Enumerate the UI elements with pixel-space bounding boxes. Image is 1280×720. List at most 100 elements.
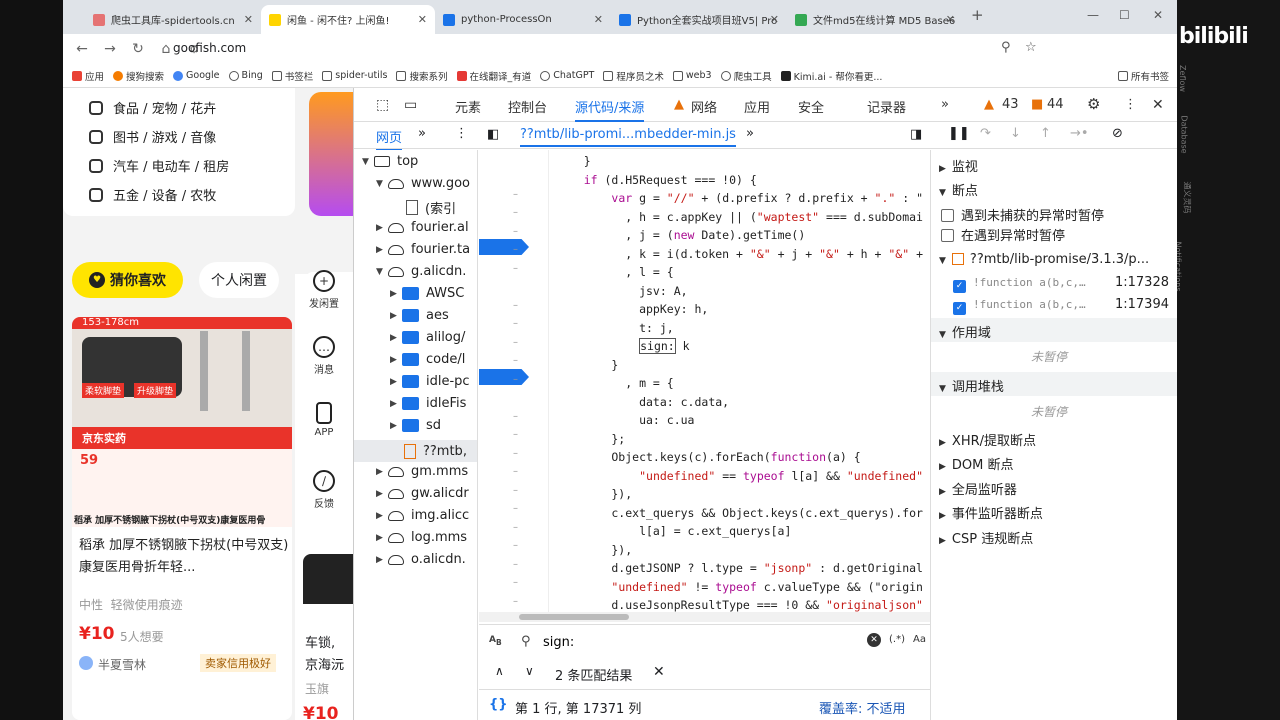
- code-line[interactable]: , h = c.appKey || ("waptest" === d.subDo…: [556, 208, 923, 226]
- tree-node-selected[interactable]: ??mtb,: [354, 440, 477, 462]
- more-menu-icon[interactable]: ⋮: [455, 126, 468, 141]
- tab-application[interactable]: 应用: [744, 97, 770, 116]
- section-scope[interactable]: ▼ 作用域: [939, 322, 991, 341]
- bookmark-item[interactable]: 在线翻译_有道: [456, 69, 531, 83]
- message-button[interactable]: … 消息: [295, 336, 353, 376]
- regex-toggle-icon[interactable]: (.*): [889, 634, 905, 645]
- tree-node[interactable]: ▶ fourier.al: [376, 220, 469, 235]
- warning-count[interactable]: 43: [1002, 97, 1019, 112]
- tab-security[interactable]: 安全: [798, 97, 824, 116]
- bookmark-item[interactable]: Bing: [228, 70, 263, 81]
- prev-match-icon[interactable]: ∧: [495, 664, 504, 678]
- code-line[interactable]: t: j,: [556, 319, 674, 337]
- product-card-2[interactable]: 车锁, 京海沅 玉旗 ¥10: [303, 554, 353, 720]
- code-line[interactable]: d.getJSONP ? l.type = "jsonp" : d.getOri…: [556, 559, 923, 577]
- format-icon[interactable]: {}: [489, 697, 508, 712]
- tree-node[interactable]: ▼ g.alicdn.: [376, 264, 466, 279]
- pause-caught-checkbox[interactable]: 在遇到异常时暂停: [941, 225, 1065, 244]
- publish-button[interactable]: + 发闲置: [295, 270, 353, 310]
- tree-node[interactable]: ▶ AWSC: [390, 286, 464, 301]
- tab-sources[interactable]: 源代码/来源: [575, 97, 645, 122]
- forward-icon[interactable]: →: [101, 41, 119, 57]
- section-csp-breakpoints[interactable]: ▶ CSP 违规断点: [939, 528, 1033, 547]
- tab-network[interactable]: 网络: [691, 97, 717, 116]
- tree-node[interactable]: ▶ o.alicdn.: [376, 552, 466, 567]
- category-cars[interactable]: 汽车 / 电动车 / 租房: [89, 156, 229, 175]
- promo-banner[interactable]: [309, 92, 353, 216]
- section-dom-breakpoints[interactable]: ▶ DOM 断点: [939, 454, 1014, 473]
- tree-node[interactable]: ▶ aes: [390, 308, 449, 323]
- toggle-debugger-icon[interactable]: ◨: [910, 127, 922, 142]
- code-line[interactable]: , j = (new Date).getTime(): [556, 226, 805, 244]
- tree-node[interactable]: ▶ sd: [390, 418, 441, 433]
- tab-console[interactable]: 控制台: [508, 97, 547, 116]
- close-icon[interactable]: ✕: [418, 13, 427, 26]
- horizontal-scrollbar[interactable]: [479, 612, 935, 622]
- window-close-icon[interactable]: ✕: [1153, 8, 1163, 22]
- step-into-icon[interactable]: ↓: [1010, 126, 1021, 141]
- error-count[interactable]: 44: [1047, 97, 1064, 112]
- code-line[interactable]: l[a] = c.ext_querys[a]: [556, 522, 791, 540]
- feedback-button[interactable]: ∕ 反馈: [295, 470, 353, 510]
- line-gutter[interactable]: ––––––––––––––––––––––: [479, 150, 549, 625]
- bookmark-item[interactable]: 搜索系列: [396, 69, 448, 83]
- product-card[interactable]: 153-178cm 柔软脚垫 升级脚垫 京东实药 59 稻承 加厚不锈钢腋下拐杖…: [72, 317, 292, 720]
- breakpoint-item[interactable]: ✓ !function a(b,c,… 1:17328: [953, 275, 1173, 293]
- tree-node[interactable]: ▶ code/l: [390, 352, 465, 367]
- tree-node[interactable]: ▶ img.alicc: [376, 508, 469, 523]
- code-line[interactable]: var g = "//" + (d.prefix ? d.prefix + ".…: [556, 189, 923, 207]
- bookmark-item[interactable]: 应用: [72, 69, 104, 83]
- tab-personal-idle[interactable]: 个人闲置: [199, 262, 279, 298]
- section-watch[interactable]: ▶ 监视: [939, 156, 978, 175]
- tab-spidertools[interactable]: 爬虫工具库-spidertools.cn ✕: [85, 5, 261, 34]
- tree-node[interactable]: ▶ idle-pc: [390, 374, 470, 389]
- section-xhr-breakpoints[interactable]: ▶ XHR/提取断点: [939, 430, 1036, 449]
- code-line[interactable]: };: [556, 430, 625, 448]
- tree-node[interactable]: (索引: [406, 198, 456, 217]
- tab-python-course[interactable]: Python全套实战项目班V5| Pro ✕: [611, 5, 787, 34]
- breakpoint-file[interactable]: ▼ ??mtb/lib-promise/3.1.3/p...: [939, 252, 1149, 267]
- tree-node[interactable]: ▶ idleFis: [390, 396, 466, 411]
- tab-goofish[interactable]: 闲鱼 - 闲不住? 上闲鱼! ✕: [261, 5, 435, 34]
- search-input[interactable]: [543, 631, 843, 653]
- code-line[interactable]: appKey: h,: [556, 300, 708, 318]
- replace-toggle-icon[interactable]: AB: [489, 635, 502, 647]
- code-line[interactable]: c.ext_querys && Object.keys(c.ext_querys…: [556, 504, 923, 522]
- close-devtools-icon[interactable]: ✕: [1152, 97, 1164, 113]
- next-match-icon[interactable]: ∨: [525, 664, 534, 678]
- tab-page[interactable]: 网页: [376, 127, 403, 151]
- code-line[interactable]: ua: c.ua: [556, 411, 694, 429]
- bookmark-star-icon[interactable]: ☆: [1025, 40, 1037, 55]
- url-field[interactable]: goofish.com: [173, 41, 246, 55]
- tab-guess-you-like[interactable]: ♥ 猜你喜欢: [72, 262, 183, 298]
- code-line[interactable]: jsv: A,: [556, 282, 687, 300]
- more-tabs-icon[interactable]: »: [941, 97, 949, 112]
- back-icon[interactable]: ←: [73, 41, 91, 57]
- code-line[interactable]: "undefined" != typeof c.valueType && ("o…: [556, 578, 923, 596]
- product-title[interactable]: 稻承 加厚不锈钢腋下拐杖(中号双支) 康复医用骨折年轻...: [79, 535, 289, 579]
- more-menu-icon[interactable]: ⋮: [1124, 97, 1137, 112]
- seller-name[interactable]: 半夏雪林: [98, 656, 146, 673]
- tree-node[interactable]: ▶ log.mms: [376, 530, 467, 545]
- deactivate-breakpoints-icon[interactable]: ⊘: [1112, 126, 1123, 141]
- breakpoint-marker[interactable]: [479, 369, 529, 385]
- code-line[interactable]: }: [556, 152, 591, 170]
- more-files-icon[interactable]: »: [746, 126, 754, 141]
- category-books[interactable]: 图书 / 游戏 / 音像: [89, 127, 216, 146]
- code-line[interactable]: sign: k: [556, 337, 690, 355]
- tab-elements[interactable]: 元素: [455, 97, 481, 116]
- tab-processon[interactable]: python-ProcessOn ✕: [435, 5, 611, 34]
- side-label-zeflow[interactable]: Zeflow: [1178, 65, 1187, 92]
- device-toggle-icon[interactable]: ▭: [404, 97, 417, 113]
- code-line[interactable]: }: [556, 356, 618, 374]
- close-icon[interactable]: ✕: [946, 13, 955, 26]
- bookmark-item[interactable]: 搜狗搜索: [113, 69, 164, 83]
- breakpoint-item[interactable]: ✓ !function a(b,c,… 1:17394: [953, 297, 1173, 315]
- all-bookmarks[interactable]: 所有书签: [1117, 69, 1169, 83]
- bookmark-item[interactable]: Kimi.ai - 帮你看更...: [780, 69, 882, 83]
- clear-search-icon[interactable]: ✕: [867, 633, 881, 647]
- section-event-breakpoints[interactable]: ▶ 事件监听器断点: [939, 503, 1043, 522]
- coverage-status[interactable]: 覆盖率: 不适用: [819, 698, 906, 717]
- maximize-icon[interactable]: ☐: [1119, 8, 1130, 22]
- side-label-database[interactable]: Database: [1180, 115, 1189, 153]
